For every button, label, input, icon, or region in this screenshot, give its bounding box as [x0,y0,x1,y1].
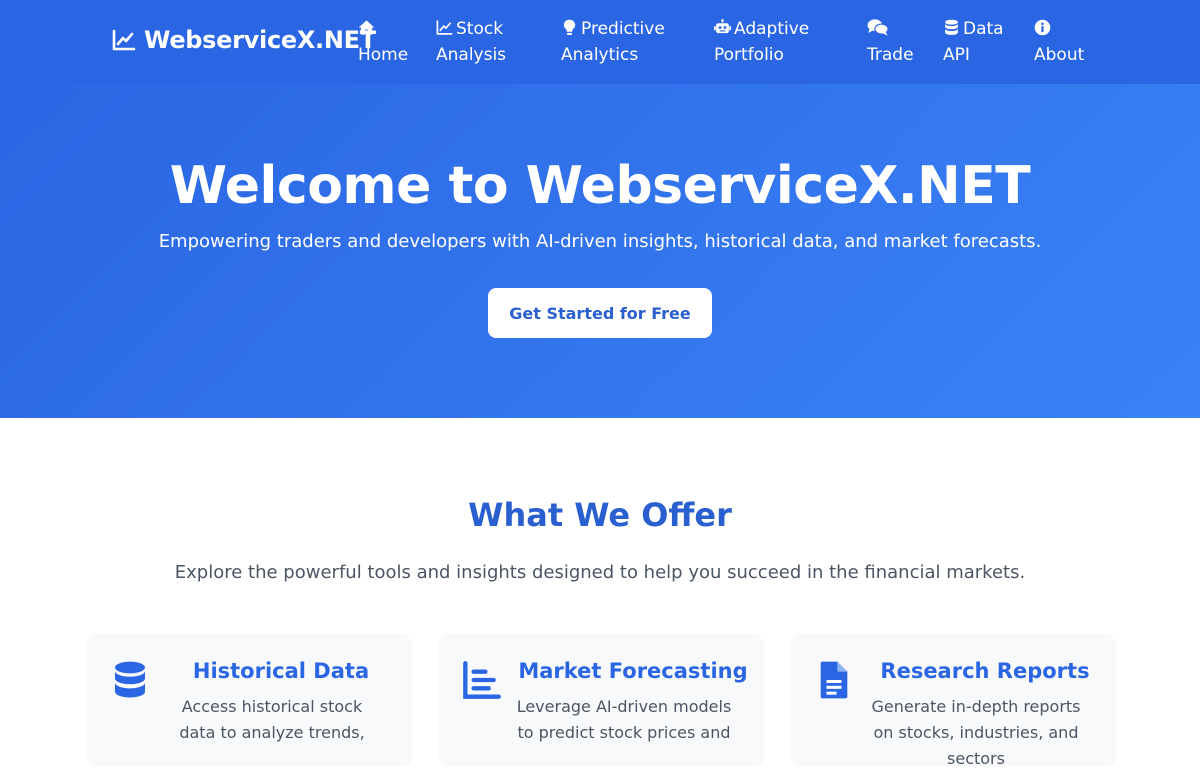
nav-label: Adaptive [734,19,810,39]
get-started-button[interactable]: Get Started for Free [488,288,712,338]
brand-logo-link[interactable]: WebserviceX.NET [112,26,376,54]
feature-card-research-reports[interactable]: Research Reports Generate in-depth repor… [792,634,1114,768]
chart-line-icon [436,19,453,36]
section-subtitle: Explore the powerful tools and insights … [174,562,1026,583]
hero-subtitle: Empowering traders and developers with A… [158,231,1042,252]
chart-line-icon [112,29,136,51]
card-text: Access historical stock data to analyze … [179,697,365,742]
section-title: What We Offer [468,496,732,534]
nav-label: Data [963,19,1004,39]
nav-about[interactable]: About [1034,16,1084,68]
nav-predictive-analytics[interactable]: Predictive Analytics [561,16,665,68]
nav-label: About [1034,45,1085,65]
feature-card-market-forecasting[interactable]: Market Forecasting Leverage AI-driven mo… [440,634,762,764]
nav-home[interactable]: Home [358,16,408,68]
home-icon [358,19,375,36]
nav-label-line2: Analysis [436,45,507,65]
card-title: Historical Data [192,659,370,683]
nav-label: Trade [867,45,914,65]
card-text: Leverage AI-driven models to predict sto… [516,697,732,742]
comments-icon [867,19,889,36]
file-alt-icon [814,660,854,700]
database-icon [110,660,150,700]
brand-name: WebserviceX.NET [144,26,376,54]
robot-icon [714,19,731,36]
card-text: Generate in-depth reports on stocks, ind… [871,697,1081,768]
nav-label: Stock [456,19,504,39]
feature-card-historical-data[interactable]: Historical Data Access historical stock … [88,634,410,764]
nav-label-line2: Analytics [561,45,639,65]
nav-stock-analysis[interactable]: Stock Analysis [436,16,506,68]
card-title: Research Reports [880,659,1090,683]
hero-title: Welcome to WebserviceX.NET [169,156,1031,216]
lightbulb-icon [561,19,578,36]
nav-data-api[interactable]: Data API [943,16,1004,68]
nav-label: Home [358,45,409,65]
database-icon [943,19,960,36]
navbar: WebserviceX.NET Home Stock Analysis Pred… [0,0,1200,84]
nav-label: Predictive [581,19,665,39]
info-circle-icon [1034,19,1051,36]
hero-section: Welcome to WebserviceX.NET Empowering tr… [0,84,1200,418]
nav-label-line2: Portfolio [714,45,784,65]
card-title: Market Forecasting [518,659,748,683]
nav-trade[interactable]: Trade [867,16,914,68]
chart-bar-icon [462,660,502,700]
nav-label-line2: API [943,45,970,65]
nav-adaptive-portfolio[interactable]: Adaptive Portfolio [714,16,809,68]
